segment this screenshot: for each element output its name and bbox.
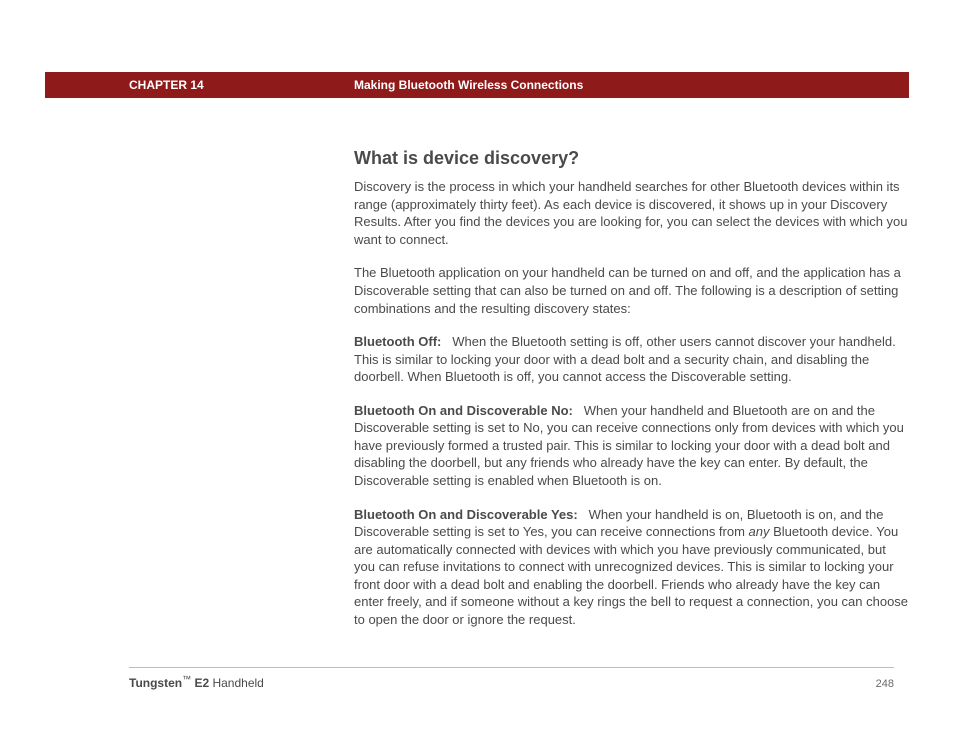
definition-text-after: Bluetooth device. You are automatically … [354,524,908,627]
trademark-symbol: ™ [182,674,191,684]
footer-product: Tungsten™ E2 Handheld [129,674,264,690]
page-content: What is device discovery? Discovery is t… [354,146,910,644]
definition-text-italic: any [749,524,770,539]
section-heading: What is device discovery? [354,146,910,170]
definition-label: Bluetooth Off: [354,334,441,349]
definition-bluetooth-on-discoverable-no: Bluetooth On and Discoverable No: When y… [354,402,910,490]
page-footer: Tungsten™ E2 Handheld 248 [129,667,894,690]
definition-bluetooth-on-discoverable-yes: Bluetooth On and Discoverable Yes: When … [354,506,910,629]
chapter-label: CHAPTER 14 [129,78,204,92]
intro-paragraph-2: The Bluetooth application on your handhe… [354,264,910,317]
chapter-title: Making Bluetooth Wireless Connections [354,78,583,92]
definition-label: Bluetooth On and Discoverable No: [354,403,573,418]
page-number: 248 [876,678,894,690]
definition-label: Bluetooth On and Discoverable Yes: [354,507,578,522]
product-name: Tungsten [129,676,182,690]
product-variant: E2 [191,676,209,690]
product-suffix: Handheld [209,676,264,690]
definition-bluetooth-off: Bluetooth Off: When the Bluetooth settin… [354,333,910,386]
chapter-header: CHAPTER 14 Making Bluetooth Wireless Con… [45,72,909,98]
intro-paragraph-1: Discovery is the process in which your h… [354,178,910,248]
